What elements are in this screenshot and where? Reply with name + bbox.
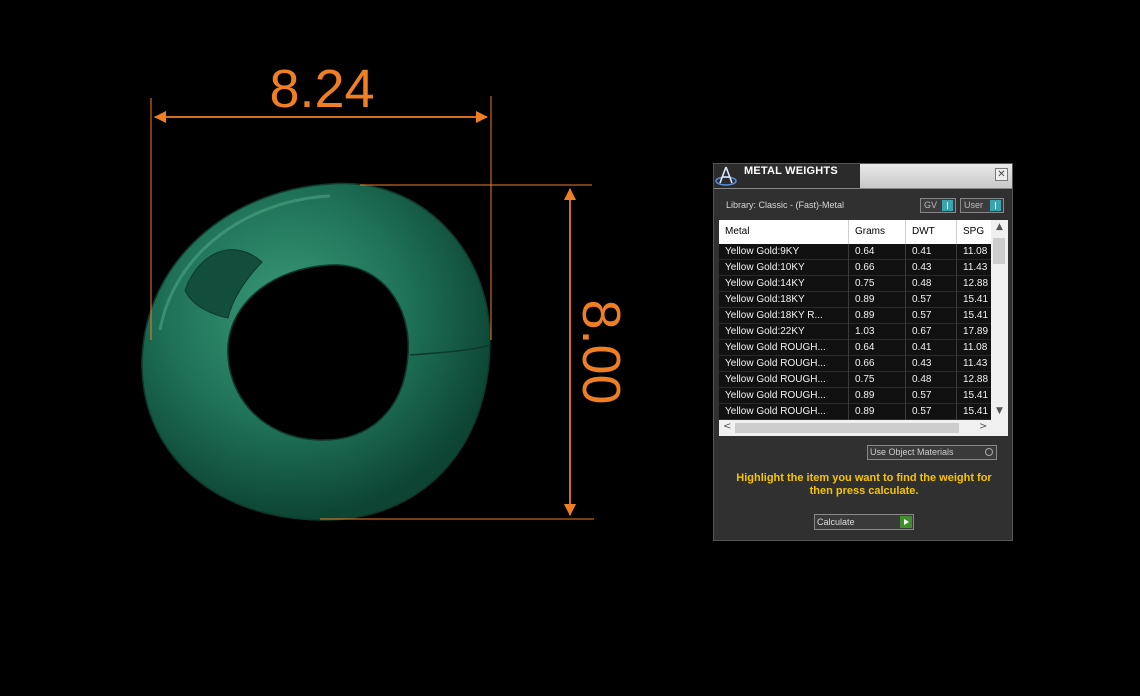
cell-spg: 15.41 — [957, 404, 991, 420]
calculate-label: Calculate — [817, 517, 855, 527]
table-row[interactable]: Yellow Gold:22KY 1.03 0.67 17.89 — [719, 324, 991, 340]
cell-grams: 0.89 — [849, 388, 906, 404]
cell-grams: 0.89 — [849, 404, 906, 420]
cell-dwt: 0.57 — [906, 292, 957, 308]
cell-spg: 11.43 — [957, 260, 991, 276]
panel-title: METAL WEIGHTS — [744, 165, 838, 177]
vertical-scroll-thumb[interactable] — [993, 238, 1005, 264]
play-icon — [900, 516, 912, 528]
cell-dwt: 0.41 — [906, 340, 957, 356]
cell-grams: 0.89 — [849, 308, 906, 324]
ring-model[interactable] — [141, 182, 491, 521]
scroll-corner — [991, 420, 1008, 436]
column-header-grams[interactable]: Grams — [849, 220, 906, 244]
gv-toggle-knob-icon — [942, 200, 953, 211]
cell-grams: 0.64 — [849, 244, 906, 260]
table-row[interactable]: Yellow Gold:18KY 0.89 0.57 15.41 — [719, 292, 991, 308]
cell-spg: 12.88 — [957, 372, 991, 388]
table-row[interactable]: Yellow Gold ROUGH... 0.89 0.57 15.41 — [719, 388, 991, 404]
scroll-right-icon[interactable]: > — [979, 421, 987, 432]
cell-grams: 0.75 — [849, 372, 906, 388]
cell-dwt: 0.67 — [906, 324, 957, 340]
cell-spg: 15.41 — [957, 308, 991, 324]
cell-grams: 0.64 — [849, 340, 906, 356]
cell-metal: Yellow Gold:14KY — [719, 276, 849, 292]
cell-dwt: 0.48 — [906, 372, 957, 388]
cell-spg: 12.88 — [957, 276, 991, 292]
width-dimension-label: 8.24 — [269, 59, 374, 119]
user-toggle[interactable]: User — [960, 198, 1004, 213]
use-object-materials-toggle[interactable]: Use Object Materials — [867, 445, 997, 460]
cell-metal: Yellow Gold ROUGH... — [719, 356, 849, 372]
cell-dwt: 0.41 — [906, 244, 957, 260]
table-body: Yellow Gold:9KY 0.64 0.41 11.08 Yellow Gold:… — [719, 244, 991, 420]
user-toggle-label: User — [964, 200, 984, 210]
cell-dwt: 0.43 — [906, 260, 957, 276]
cell-metal: Yellow Gold:22KY — [719, 324, 849, 340]
scroll-left-icon[interactable]: < — [723, 421, 731, 432]
table-row[interactable]: Yellow Gold:14KY 0.75 0.48 12.88 — [719, 276, 991, 292]
table-row[interactable]: Yellow Gold ROUGH... 0.89 0.57 15.41 — [719, 404, 991, 420]
title-tab: METAL WEIGHTS — [714, 164, 860, 188]
cell-metal: Yellow Gold:18KY — [719, 292, 849, 308]
height-dimension-label: 8.00 — [571, 299, 631, 404]
cell-metal: Yellow Gold ROUGH... — [719, 404, 849, 420]
table-row[interactable]: Yellow Gold:9KY 0.64 0.41 11.08 — [719, 244, 991, 260]
cell-dwt: 0.57 — [906, 404, 957, 420]
table-row[interactable]: Yellow Gold ROUGH... 0.64 0.41 11.08 — [719, 340, 991, 356]
cell-grams: 0.66 — [849, 260, 906, 276]
use-object-materials-label: Use Object Materials — [870, 447, 954, 457]
panel-titlebar[interactable]: METAL WEIGHTS ✕ — [714, 164, 1012, 189]
user-toggle-knob-icon — [990, 200, 1001, 211]
cell-metal: Yellow Gold:9KY — [719, 244, 849, 260]
gv-toggle[interactable]: GV — [920, 198, 956, 213]
scroll-up-icon[interactable]: ▲ — [991, 222, 1008, 232]
cell-metal: Yellow Gold:10KY — [719, 260, 849, 276]
cell-grams: 0.89 — [849, 292, 906, 308]
column-header-metal[interactable]: Metal — [719, 220, 849, 244]
close-button[interactable]: ✕ — [995, 168, 1008, 181]
cell-dwt: 0.43 — [906, 356, 957, 372]
table-header: Metal Grams DWT SPG — [719, 220, 997, 244]
gv-toggle-label: GV — [924, 200, 938, 210]
cell-grams: 1.03 — [849, 324, 906, 340]
app-logo-icon — [715, 166, 737, 186]
metal-table[interactable]: Metal Grams DWT SPG Yellow Gold:9KY 0.64 0… — [719, 220, 1008, 436]
cell-grams: 0.66 — [849, 356, 906, 372]
cell-spg: 11.08 — [957, 244, 991, 260]
cell-spg: 17.89 — [957, 324, 991, 340]
horizontal-scroll-thumb[interactable] — [735, 423, 959, 433]
library-label: Library: Classic - (Fast)-Metal — [726, 200, 845, 210]
table-row[interactable]: Yellow Gold:10KY 0.66 0.43 11.43 — [719, 260, 991, 276]
cell-spg: 15.41 — [957, 292, 991, 308]
table-row[interactable]: Yellow Gold ROUGH... 0.75 0.48 12.88 — [719, 372, 991, 388]
cell-dwt: 0.57 — [906, 308, 957, 324]
vertical-scrollbar[interactable]: ▲ ▼ — [991, 220, 1008, 420]
instruction-text: Highlight the item you want to find the … — [736, 472, 992, 497]
cell-metal: Yellow Gold ROUGH... — [719, 340, 849, 356]
cell-dwt: 0.57 — [906, 388, 957, 404]
cell-spg: 11.08 — [957, 340, 991, 356]
radio-icon[interactable] — [985, 448, 993, 456]
cell-spg: 11.43 — [957, 356, 991, 372]
cell-dwt: 0.48 — [906, 276, 957, 292]
cell-spg: 15.41 — [957, 388, 991, 404]
cell-grams: 0.75 — [849, 276, 906, 292]
metal-weights-panel: METAL WEIGHTS ✕ Library: Classic - (Fast… — [713, 163, 1013, 541]
horizontal-scrollbar[interactable]: < > — [719, 420, 991, 436]
scroll-down-icon[interactable]: ▼ — [991, 406, 1008, 416]
cell-metal: Yellow Gold ROUGH... — [719, 372, 849, 388]
table-row[interactable]: Yellow Gold ROUGH... 0.66 0.43 11.43 — [719, 356, 991, 372]
cell-metal: Yellow Gold:18KY R... — [719, 308, 849, 324]
column-header-dwt[interactable]: DWT — [906, 220, 957, 244]
table-row[interactable]: Yellow Gold:18KY R... 0.89 0.57 15.41 — [719, 308, 991, 324]
calculate-button[interactable]: Calculate — [814, 514, 914, 530]
cell-metal: Yellow Gold ROUGH... — [719, 388, 849, 404]
